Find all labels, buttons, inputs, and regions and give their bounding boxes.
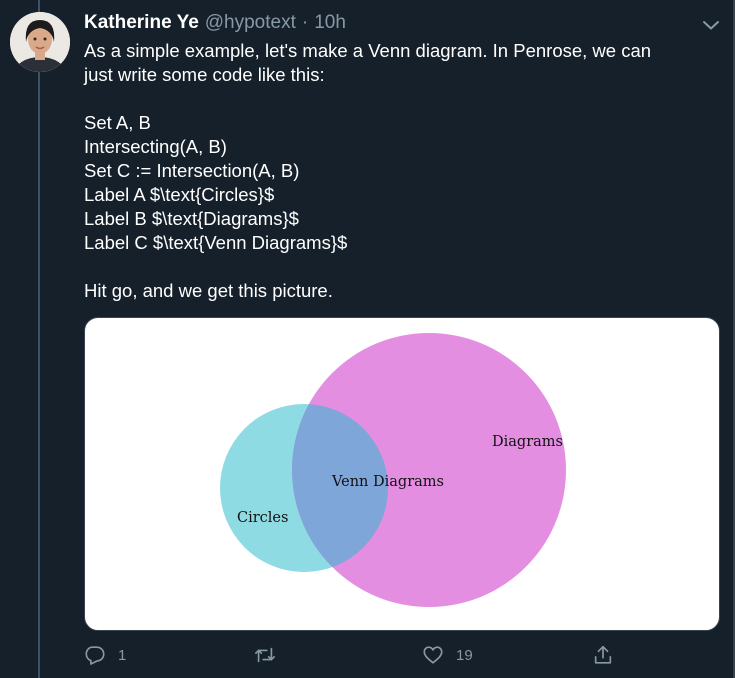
venn-label-circles: Circles bbox=[237, 510, 288, 526]
tweet-line: just write some code like this: bbox=[84, 64, 325, 85]
tweet-blank-line bbox=[84, 87, 714, 111]
share-button[interactable] bbox=[592, 644, 614, 666]
tweet-image[interactable]: Circles Diagrams Venn Diagrams bbox=[84, 317, 720, 631]
author-name[interactable]: Katherine Ye bbox=[84, 12, 199, 34]
venn-diagram: Circles Diagrams Venn Diagrams bbox=[220, 333, 566, 607]
share-icon bbox=[594, 645, 612, 664]
code-line: Set C := Intersection(A, B) bbox=[84, 160, 300, 181]
retweet-button[interactable] bbox=[254, 644, 288, 666]
chevron-down-icon[interactable] bbox=[702, 16, 720, 34]
thread-line bbox=[38, 0, 40, 678]
code-line: Set A, B bbox=[84, 112, 151, 133]
tweet-text: As a simple example, let's make a Venn d… bbox=[84, 39, 714, 303]
action-bar: 1 19 bbox=[84, 644, 644, 670]
avatar-image bbox=[10, 12, 70, 72]
reply-button[interactable]: 1 bbox=[84, 644, 126, 666]
venn-label-intersection: Venn Diagrams bbox=[331, 474, 444, 490]
tweet-blank-line bbox=[84, 255, 714, 279]
venn-label-diagrams: Diagrams bbox=[492, 434, 563, 450]
like-count: 19 bbox=[456, 646, 473, 664]
retweet-icon bbox=[255, 647, 275, 663]
tweet-line: Hit go, and we get this picture. bbox=[84, 280, 333, 301]
reply-count: 1 bbox=[118, 646, 127, 664]
timestamp[interactable]: 10h bbox=[314, 12, 346, 34]
code-line: Label B $\text{Diagrams}$ bbox=[84, 208, 299, 229]
reply-icon bbox=[85, 646, 105, 665]
code-line: Label A $\text{Circles}$ bbox=[84, 184, 275, 205]
avatar[interactable] bbox=[10, 12, 70, 72]
author-handle[interactable]: @hypotext bbox=[205, 12, 296, 34]
code-line: Label C $\text{Venn Diagrams}$ bbox=[84, 232, 348, 253]
like-icon bbox=[423, 646, 443, 664]
tweet-line: As a simple example, let's make a Venn d… bbox=[84, 40, 652, 61]
tweet-header: Katherine Ye @hypotext · 10h bbox=[84, 12, 346, 36]
separator-dot: · bbox=[301, 12, 309, 33]
like-button[interactable]: 19 bbox=[422, 644, 473, 666]
code-line: Intersecting(A, B) bbox=[84, 136, 227, 157]
